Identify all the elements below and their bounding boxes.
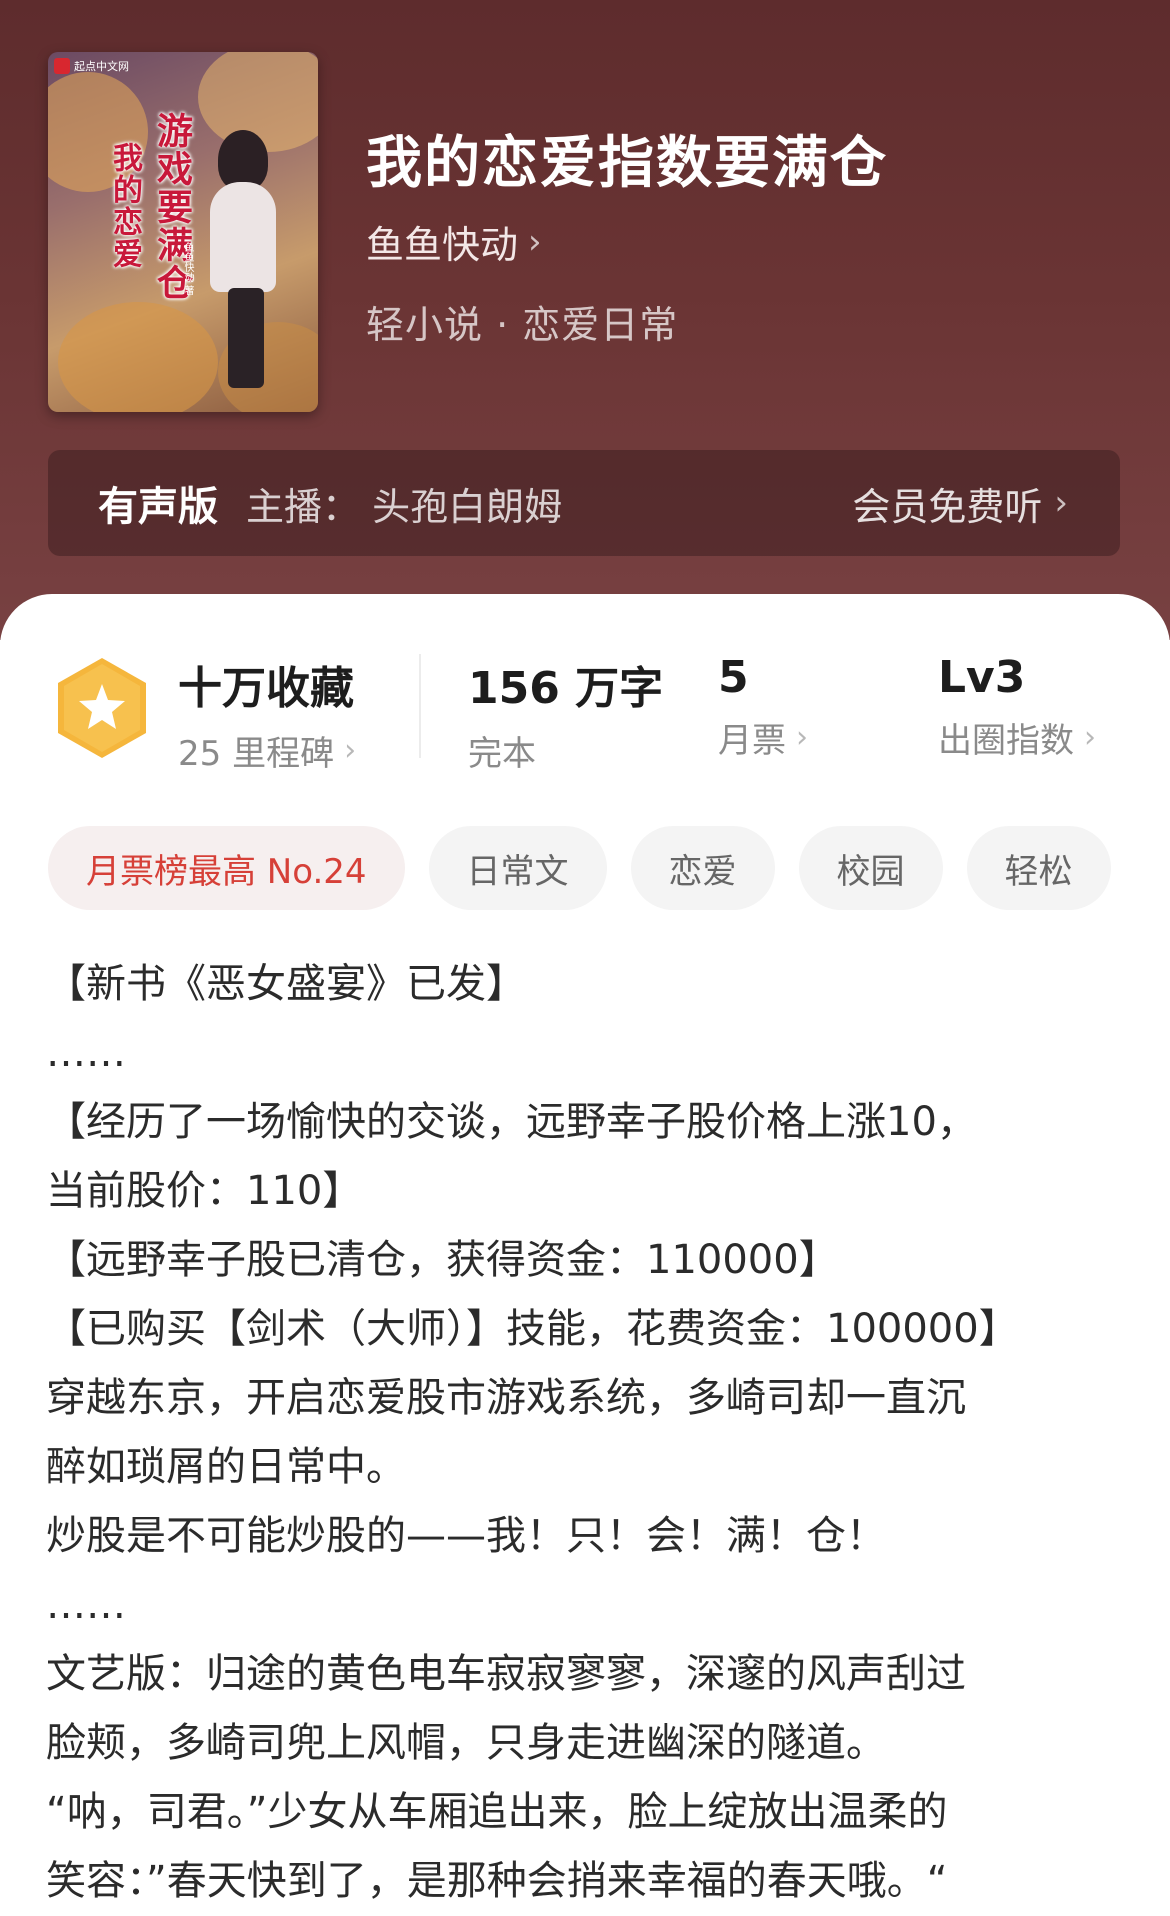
monthly-ticket-label: 月票 <box>718 721 786 761</box>
stat-collections[interactable]: 十万收藏 25 里程碑 › <box>178 652 356 775</box>
description-line: 穿越东京，开启恋爱股市游戏系统，多崎司却一直沉 <box>46 1375 966 1421</box>
tag-campus[interactable]: 校园 <box>798 826 943 910</box>
tag-relaxed[interactable]: 轻松 <box>966 826 1111 910</box>
audio-badge: 有声版 <box>98 484 218 530</box>
audio-version-bar[interactable]: 有声版 主播： 头孢白朗姆 会员免费听 › <box>48 450 1120 556</box>
milestone-label: 25 里程碑 <box>178 734 335 774</box>
monthly-ticket-count: 5 <box>718 652 749 703</box>
description-line: 【远野幸子股已清仓，获得资金：110000】 <box>46 1237 839 1283</box>
stats-divider <box>419 654 421 758</box>
member-free-listen-link[interactable]: 会员免费听 › <box>852 476 1068 531</box>
description-line: …… <box>46 1030 126 1076</box>
cover-character <box>218 130 268 190</box>
chevron-right-icon: › <box>1084 720 1096 755</box>
collections-count: 十万收藏 <box>178 663 354 714</box>
tag-list: 月票榜最高 No.24 日常文 恋爱 校园 轻松 <box>48 826 1111 910</box>
breakout-level: Lv3 <box>938 652 1026 703</box>
description-line: 文艺版：归途的黄色电车寂寂寥寥，深邃的风声刮过 <box>46 1651 966 1697</box>
description-line: 醉如琐屑的日常中。 <box>46 1444 406 1490</box>
description-line: …… <box>46 1582 126 1628</box>
book-genre: 轻小说 · 恋爱日常 <box>366 303 679 347</box>
author-name: 鱼鱼快动 <box>366 223 519 267</box>
word-count: 156 万字 <box>468 663 664 714</box>
book-cover[interactable]: 起点中文网 我的恋爱 游戏要满仓 鱼鱼快动 著 <box>48 52 318 412</box>
member-free-listen-label: 会员免费听 <box>852 484 1043 529</box>
book-description[interactable]: 【新书《恶女盛宴》已发】 …… 【经历了一场愉快的交谈，远野幸子股价格上涨10，… <box>46 950 1136 1916</box>
chevron-right-icon: › <box>796 720 808 755</box>
book-detail-sheet: 十万收藏 25 里程碑 › 156 万字 完本 5 月票 › Lv3 出圈指数 … <box>0 594 1170 1916</box>
author-link[interactable]: 鱼鱼快动 › <box>366 214 542 269</box>
tag-ranking[interactable]: 月票榜最高 No.24 <box>48 826 405 910</box>
cover-title-line1: 我的恋爱 <box>107 142 142 270</box>
description-line: 脸颊，多崎司兜上风帽，只身走进幽深的隧道。 <box>46 1720 886 1766</box>
book-title: 我的恋爱指数要满仓 <box>366 131 888 196</box>
chevron-right-icon: › <box>344 733 357 768</box>
breakout-index-label: 出圈指数 <box>938 721 1074 761</box>
stats-row: 十万收藏 25 里程碑 › 156 万字 完本 5 月票 › Lv3 出圈指数 … <box>0 594 1170 774</box>
chevron-right-icon: › <box>528 221 542 262</box>
description-line: 当前股价：110】 <box>46 1168 363 1214</box>
description-line: 【经历了一场愉快的交谈，远野幸子股价格上涨10， <box>46 1099 977 1145</box>
description-line: “呐，司君。”少女从车厢追出来，脸上绽放出温柔的 <box>46 1789 948 1835</box>
description-line: 【已购买【剑术（大师）】技能，花费资金：100000】 <box>46 1306 1019 1352</box>
star-medal-icon <box>58 658 146 758</box>
cover-author: 鱼鱼快动 著 <box>182 242 193 296</box>
description-line: 笑容：”春天快到了，是那种会捎来幸福的春天哦。“ <box>46 1858 948 1904</box>
completion-status: 完本 <box>468 734 536 774</box>
stat-words: 156 万字 完本 <box>468 652 663 775</box>
tag-romance[interactable]: 恋爱 <box>630 826 775 910</box>
book-header: 起点中文网 我的恋爱 游戏要满仓 鱼鱼快动 著 我的恋爱指数要满仓 鱼鱼快动 ›… <box>0 0 1170 640</box>
stat-monthly-tickets[interactable]: 5 月票 › <box>718 652 808 762</box>
publisher-logo: 起点中文网 <box>54 58 129 74</box>
audio-host: 主播： 头孢白朗姆 <box>246 484 563 529</box>
description-line: 【新书《恶女盛宴》已发】 <box>46 961 526 1007</box>
description-line: 炒股是不可能炒股的——我！只！会！满！仓！ <box>46 1513 886 1559</box>
tag-daily[interactable]: 日常文 <box>428 826 607 910</box>
stat-breakout-index[interactable]: Lv3 出圈指数 › <box>938 652 1096 762</box>
chevron-right-icon: › <box>1054 483 1068 523</box>
